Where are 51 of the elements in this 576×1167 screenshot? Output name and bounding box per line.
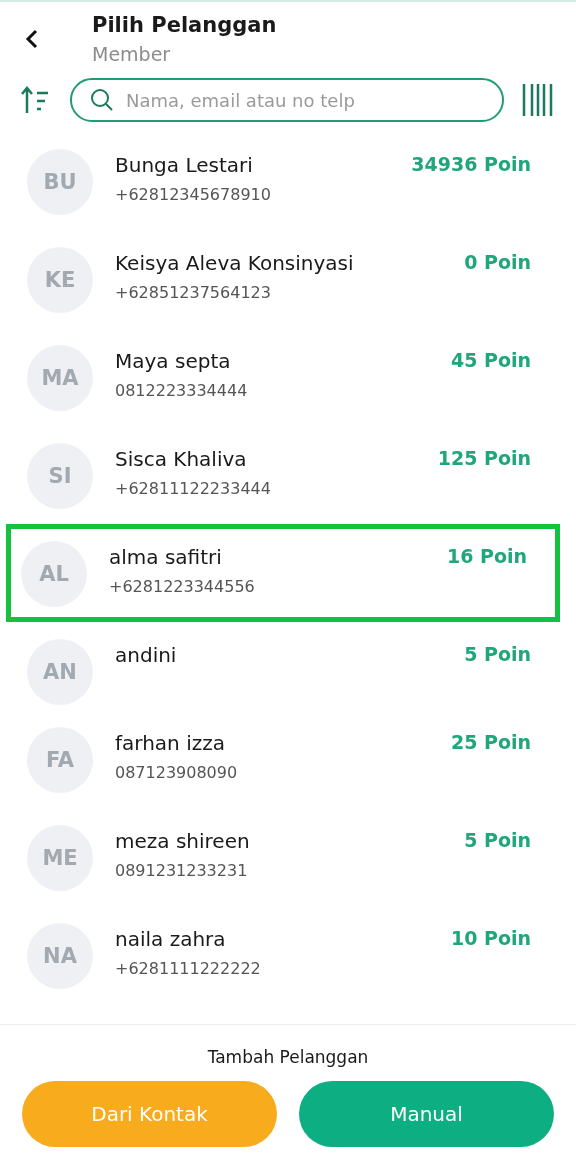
avatar-initials: AN <box>27 639 93 705</box>
avatar-initials: SI <box>27 443 93 509</box>
page-subtitle: Member <box>92 43 172 65</box>
add-customer-label: Tambah Pelanggan <box>207 1047 369 1067</box>
avatar-initials: NA <box>27 923 93 989</box>
avatar-initials: AL <box>21 541 87 607</box>
avatar-initials: ME <box>27 825 93 891</box>
customer-points: 25 Poin <box>450 730 531 753</box>
customer-name: Sisca Khaliva <box>115 447 248 471</box>
customer-row[interactable]: SI Sisca Khaliva +62811122233444 125 Poin <box>0 426 564 524</box>
customer-points: 0 Poin <box>464 250 531 273</box>
customer-phone: +6281111222222 <box>115 959 262 978</box>
customer-row[interactable]: AL alma safitri +6281223344556 16 Poin <box>6 524 560 622</box>
customer-points: 5 Poin <box>464 828 531 851</box>
avatar-initials: MA <box>27 345 93 411</box>
customer-name: alma safitri <box>109 545 223 569</box>
avatar-initials: FA <box>27 727 93 793</box>
customer-points: 34936 Poin <box>411 152 531 175</box>
avatar-initials: BU <box>27 149 93 215</box>
customer-points: 10 Poin <box>450 926 531 949</box>
customer-phone: +62851237564123 <box>115 283 272 302</box>
customer-name: Keisya Aleva Konsinyasi <box>115 251 355 275</box>
customer-points: 45 Poin <box>450 348 531 371</box>
customer-row[interactable]: NA naila zahra +6281111222222 10 Poin <box>0 906 564 1004</box>
customer-phone: 0812223334444 <box>115 381 249 400</box>
customer-name: Bunga Lestari <box>115 153 254 177</box>
customer-row[interactable]: ME meza shireen 0891231233231 5 Poin <box>0 808 564 906</box>
customer-phone: +6281223344556 <box>109 577 256 596</box>
avatar-initials: KE <box>27 247 93 313</box>
customer-row[interactable]: MA Maya septa 0812223334444 45 Poin <box>0 328 564 426</box>
customer-phone: +62811122233444 <box>115 479 272 498</box>
customer-phone: 087123908090 <box>115 763 239 782</box>
customer-name: naila zahra <box>115 927 227 951</box>
customer-name: meza shireen <box>115 829 251 853</box>
barcode-icon[interactable] <box>522 83 554 117</box>
search-icon <box>90 88 114 112</box>
customer-phone: +62812345678910 <box>115 185 272 204</box>
customer-row[interactable]: FA farhan izza 087123908090 25 Poin <box>0 710 564 808</box>
search-field[interactable]: Nama, email atau no telp <box>70 78 504 122</box>
customer-points: 16 Poin <box>446 544 527 567</box>
customer-points: 125 Poin <box>437 446 531 469</box>
customer-row[interactable]: AN andini 5 Poin <box>0 622 564 710</box>
customer-name: farhan izza <box>115 731 226 755</box>
customer-phone: 0891231233231 <box>115 861 249 880</box>
customer-row[interactable]: BU Bunga Lestari +62812345678910 34936 Poin <box>0 132 564 230</box>
customer-name: Maya septa <box>115 349 232 373</box>
page-title: Pilih Pelanggan <box>92 13 277 37</box>
customer-points: 5 Poin <box>464 642 531 665</box>
customer-name: andini <box>115 643 178 667</box>
back-button[interactable] <box>24 28 40 50</box>
customer-row[interactable]: KE Keisya Aleva Konsinyasi +62851237564123 0 Poin <box>0 230 564 328</box>
